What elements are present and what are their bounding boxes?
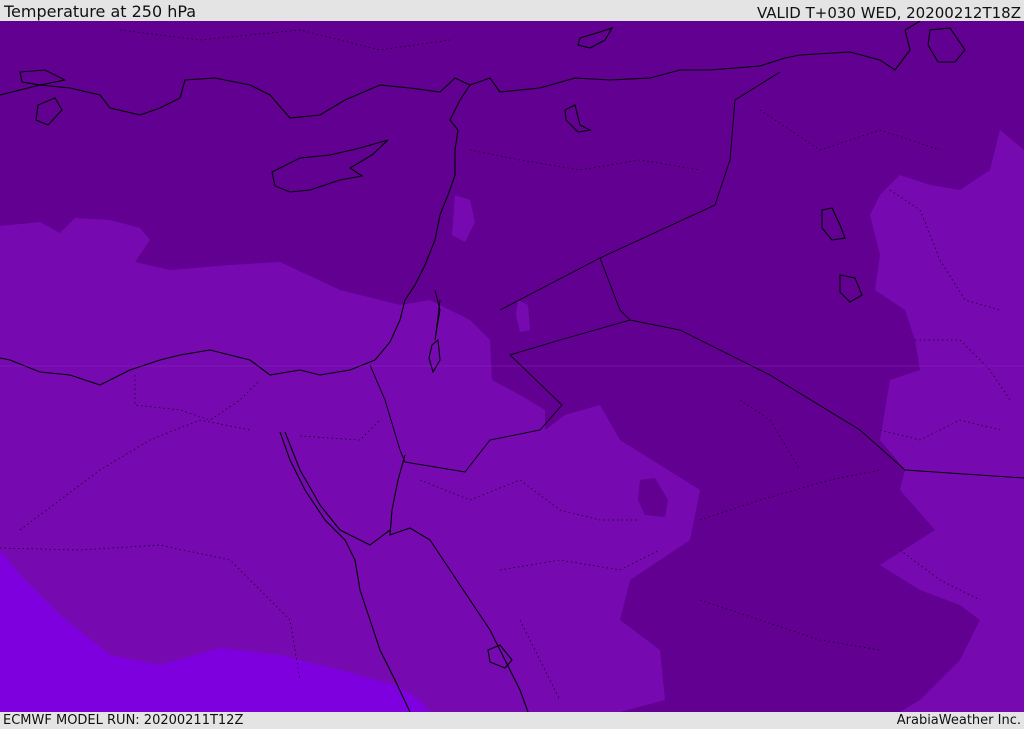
model-run: ECMWF MODEL RUN: 20200211T12Z	[3, 713, 244, 728]
map-canvas	[0, 21, 1024, 712]
map-title: Temperature at 250 hPa	[4, 2, 197, 21]
temperature-map[interactable]	[0, 21, 1024, 712]
credit: ArabiaWeather Inc.	[896, 713, 1021, 728]
valid-time: VALID T+030 WED, 20200212T18Z	[756, 4, 1021, 22]
header-bar: Temperature at 250 hPa VALID T+030 WED, …	[0, 0, 1024, 22]
footer-bar: ECMWF MODEL RUN: 20200211T12Z ArabiaWeat…	[0, 712, 1024, 729]
